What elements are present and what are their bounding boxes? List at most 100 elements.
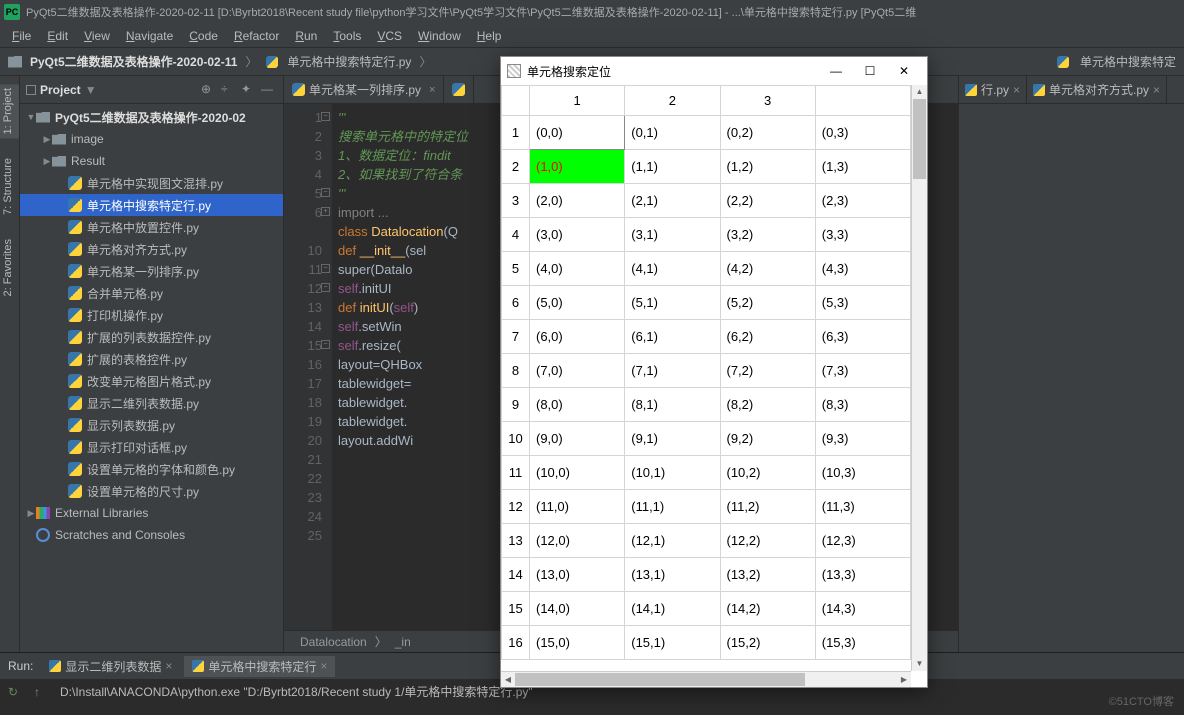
scroll-right-icon[interactable]: ▶ [897,672,911,687]
row-header[interactable]: 6 [502,286,530,320]
table-cell[interactable]: (8,0) [530,388,625,422]
table-cell[interactable]: (12,3) [815,524,910,558]
bc-method[interactable]: _in [395,635,411,649]
table-cell[interactable]: (9,3) [815,422,910,456]
scroll-left-icon[interactable]: ◀ [501,672,515,687]
table-cell[interactable]: (8,3) [815,388,910,422]
table-cell[interactable]: (10,1) [625,456,720,490]
divide-icon[interactable]: ÷ [221,82,237,98]
table-cell[interactable]: (14,3) [815,592,910,626]
tree-row[interactable]: 单元格中实现图文混排.py [20,172,283,194]
dialog-titlebar[interactable]: 单元格搜索定位 — ☐ ✕ [501,57,927,85]
table-cell[interactable]: (14,0) [530,592,625,626]
tree-row[interactable]: 单元格某一列排序.py [20,260,283,282]
run-tab[interactable]: 单元格中搜索特定行× [184,656,335,677]
side-tab[interactable]: 2: Favorites [0,235,19,300]
table-cell[interactable]: (0,1) [625,116,720,150]
row-header[interactable]: 11 [502,456,530,490]
table-cell[interactable]: (11,0) [530,490,625,524]
row-header[interactable]: 16 [502,626,530,660]
table-cell[interactable]: (2,1) [625,184,720,218]
table-cell[interactable]: (3,2) [720,218,815,252]
vertical-scrollbar[interactable]: ▲ ▼ [911,85,927,671]
table-cell[interactable]: (0,0) [530,116,625,150]
table-cell[interactable]: (2,3) [815,184,910,218]
tree-row[interactable]: Scratches and Consoles [20,524,283,546]
table-cell[interactable]: (1,1) [625,150,720,184]
table-cell[interactable]: (4,3) [815,252,910,286]
table-cell[interactable]: (11,3) [815,490,910,524]
table-cell[interactable]: (6,0) [530,320,625,354]
close-icon[interactable]: × [429,84,435,96]
tree-row[interactable]: 单元格中搜索特定行.py [20,194,283,216]
tree-row[interactable]: ▶image [20,128,283,150]
nav-right-file[interactable]: 单元格中搜索特定 [1080,53,1176,70]
tree-row[interactable]: 显示打印对话框.py [20,436,283,458]
row-header[interactable]: 12 [502,490,530,524]
menu-refactor[interactable]: Refactor [226,27,287,45]
tree-row[interactable]: 设置单元格的字体和颜色.py [20,458,283,480]
table-cell[interactable]: (3,0) [530,218,625,252]
row-header[interactable]: 4 [502,218,530,252]
tree-row[interactable]: 合并单元格.py [20,282,283,304]
minimize-button[interactable]: — [819,59,853,83]
menu-run[interactable]: Run [287,27,325,45]
tree-row[interactable]: ▶External Libraries [20,502,283,524]
nav-project[interactable]: PyQt5二维数据及表格操作-2020-02-11 [30,53,237,70]
table-cell[interactable]: (1,2) [720,150,815,184]
nav-file[interactable]: 单元格中搜索特定行.py [287,53,411,70]
row-header[interactable]: 15 [502,592,530,626]
table-cell[interactable]: (1,3) [815,150,910,184]
table-cell[interactable]: (13,3) [815,558,910,592]
table-cell[interactable]: (8,2) [720,388,815,422]
row-header[interactable]: 5 [502,252,530,286]
row-header[interactable]: 2 [502,150,530,184]
close-icon[interactable]: × [320,659,327,673]
bc-class[interactable]: Datalocation [300,635,367,649]
tree-row[interactable]: 单元格对齐方式.py [20,238,283,260]
table-widget[interactable]: 1231(0,0)(0,1)(0,2)(0,3)2(1,0)(1,1)(1,2)… [501,85,911,660]
side-tab[interactable]: 1: Project [0,84,19,138]
table-cell[interactable]: (0,2) [720,116,815,150]
table-cell[interactable]: (14,2) [720,592,815,626]
row-header[interactable]: 9 [502,388,530,422]
menu-tools[interactable]: Tools [325,27,369,45]
table-cell[interactable]: (12,1) [625,524,720,558]
menu-edit[interactable]: Edit [39,27,76,45]
rerun-icon[interactable]: ↻ [8,685,22,699]
table-cell[interactable]: (7,3) [815,354,910,388]
table-cell[interactable]: (5,0) [530,286,625,320]
side-tab[interactable]: 7: Structure [0,154,19,219]
table-cell[interactable]: (7,0) [530,354,625,388]
table-cell[interactable]: (6,3) [815,320,910,354]
menu-vcs[interactable]: VCS [369,27,410,45]
row-header[interactable]: 1 [502,116,530,150]
tree-row[interactable]: ▶Result [20,150,283,172]
menu-view[interactable]: View [76,27,118,45]
table-cell[interactable]: (7,2) [720,354,815,388]
table-cell[interactable]: (15,2) [720,626,815,660]
table-cell[interactable]: (0,3) [815,116,910,150]
editor-tab[interactable]: 单元格某一列排序.py× [284,76,444,104]
scroll-down-icon[interactable]: ▼ [912,657,927,671]
table-cell[interactable]: (10,0) [530,456,625,490]
table-cell[interactable]: (6,1) [625,320,720,354]
table-cell[interactable]: (15,0) [530,626,625,660]
table-cell[interactable]: (4,0) [530,252,625,286]
table-cell[interactable]: (5,1) [625,286,720,320]
table-cell[interactable]: (6,2) [720,320,815,354]
close-button[interactable]: ✕ [887,59,921,83]
table-cell[interactable]: (11,1) [625,490,720,524]
row-header[interactable]: 7 [502,320,530,354]
menu-file[interactable]: File [4,27,39,45]
scrollbar-thumb[interactable] [913,99,926,179]
hide-icon[interactable]: — [261,82,277,98]
menu-help[interactable]: Help [469,27,510,45]
table-cell[interactable]: (12,0) [530,524,625,558]
tree-row[interactable]: 显示二维列表数据.py [20,392,283,414]
tree-row[interactable]: 设置单元格的尺寸.py [20,480,283,502]
editor-tab[interactable] [444,76,474,104]
horizontal-scrollbar[interactable]: ◀ ▶ [501,671,911,687]
table-cell[interactable]: (5,3) [815,286,910,320]
table-cell[interactable]: (9,0) [530,422,625,456]
